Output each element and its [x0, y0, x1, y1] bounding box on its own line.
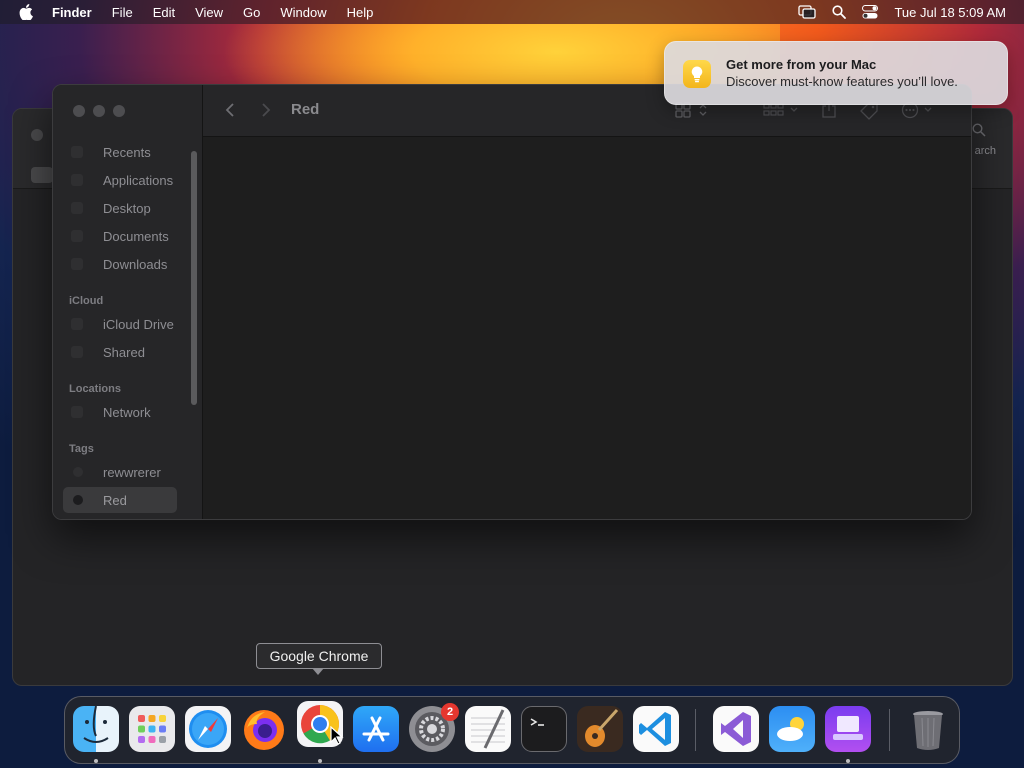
clock-icon [71, 146, 83, 158]
dock-safari-icon[interactable] [185, 706, 231, 752]
cloud-icon [71, 318, 83, 330]
sidebar-item-label: Recents [103, 144, 151, 160]
sidebar-item-label: Downloads [103, 256, 168, 272]
sidebar-item-label: Documents [103, 228, 169, 244]
minimize-button[interactable] [93, 105, 105, 117]
menu-go[interactable]: Go [233, 5, 270, 20]
forward-chevron-icon[interactable] [261, 102, 271, 123]
sidebar-item-icloud-drive[interactable]: iCloud Drive [63, 311, 177, 337]
menu-clock[interactable]: Tue Jul 18 5:09 AM [894, 5, 1006, 20]
sidebar-item-tag-rewwrerer[interactable]: rewwrerer [63, 459, 177, 485]
desktop-icon [71, 202, 83, 214]
sidebar-item-label: iCloud Drive [103, 316, 174, 332]
zoom-button[interactable] [113, 105, 125, 117]
sidebar-item-label: Desktop [103, 200, 151, 216]
sidebar-scrollbar[interactable] [191, 151, 197, 405]
menu-window[interactable]: Window [270, 5, 336, 20]
dock-textedit-icon[interactable] [465, 706, 511, 752]
back-chevron-icon[interactable] [225, 102, 235, 123]
screen-mirroring-icon[interactable] [798, 5, 817, 19]
notification-title: Get more from your Mac [726, 57, 877, 72]
menu-app-name[interactable]: Finder [52, 5, 102, 20]
notification-body: Discover must-know features you’ll love. [726, 74, 958, 89]
menu-file[interactable]: File [102, 5, 143, 20]
sidebar-item-documents[interactable]: Documents [63, 223, 177, 249]
sidebar-heading-locations: Locations [69, 383, 121, 395]
window-control-icon[interactable] [31, 129, 43, 141]
running-indicator [318, 759, 322, 763]
dock-tooltip: Google Chrome [256, 643, 382, 669]
sidebar-heading-icloud: iCloud [69, 295, 104, 307]
system-settings-badge: 2 [441, 703, 459, 721]
dock-separator [695, 709, 696, 751]
tab-chip[interactable] [31, 167, 53, 183]
dock-simulator-icon[interactable] [825, 706, 871, 752]
menu-bar: Finder File Edit View Go Window Help Tue… [0, 0, 1024, 24]
sidebar-item-label: Applications [103, 172, 174, 188]
sidebar-item-applications[interactable]: Applications [63, 167, 177, 193]
dock-vscode-icon[interactable] [633, 706, 679, 752]
sidebar-item-desktop[interactable]: Desktop [63, 195, 177, 221]
spotlight-search-icon[interactable] [832, 5, 847, 19]
search-label: arch [974, 145, 996, 157]
sidebar-item-shared[interactable]: Shared [63, 339, 177, 365]
notification-banner[interactable]: Get more from your Mac Discover must-kno… [664, 41, 1008, 105]
dock-garageband-icon[interactable] [577, 706, 623, 752]
document-icon [71, 230, 83, 242]
shared-folder-icon [71, 346, 83, 358]
menu-help[interactable]: Help [337, 5, 384, 20]
menu-view[interactable]: View [185, 5, 233, 20]
lightbulb-icon [683, 60, 711, 88]
file-list-area[interactable] [203, 137, 971, 519]
window-controls [73, 105, 125, 117]
dock-visual-studio-icon[interactable] [713, 706, 759, 752]
tag-dot-icon [73, 467, 83, 477]
apple-menu-icon[interactable] [0, 4, 52, 20]
tag-dot-icon [73, 495, 83, 505]
dock-separator [889, 709, 890, 751]
dock-terminal-icon[interactable] [521, 706, 567, 752]
dock-launchpad-icon[interactable] [129, 706, 175, 752]
dock [64, 696, 960, 764]
dock-weather-icon[interactable] [769, 706, 815, 752]
window-title: Red [291, 101, 320, 118]
close-button[interactable] [73, 105, 85, 117]
tooltip-tail [312, 668, 324, 675]
dock-app-store-icon[interactable] [353, 706, 399, 752]
sidebar-heading-tags: Tags [69, 443, 94, 455]
sidebar-item-network[interactable]: Network [63, 399, 177, 425]
finder-window: Recents Applications Desktop Documents D… [52, 84, 972, 520]
search-icon[interactable] [972, 123, 986, 142]
running-indicator [846, 759, 850, 763]
sidebar-item-label: rewwrerer [103, 464, 161, 480]
sidebar-item-tag-red[interactable]: Red [63, 487, 177, 513]
sidebar-item-label: Red [103, 492, 127, 508]
download-icon [71, 258, 83, 270]
sidebar-item-label: Shared [103, 344, 145, 360]
running-indicator [94, 759, 98, 763]
sidebar-item-label: Network [103, 404, 151, 420]
network-icon [71, 406, 83, 418]
applications-icon [71, 174, 83, 186]
dock-firefox-icon[interactable] [241, 706, 287, 752]
dock-trash-icon[interactable] [905, 706, 951, 752]
control-center-icon[interactable] [862, 5, 879, 19]
sidebar-item-downloads[interactable]: Downloads [63, 251, 177, 277]
dock-finder-icon[interactable] [73, 705, 119, 752]
sidebar-item-recents[interactable]: Recents [63, 139, 177, 165]
mouse-cursor-icon [330, 725, 344, 751]
menu-edit[interactable]: Edit [143, 5, 185, 20]
finder-sidebar: Recents Applications Desktop Documents D… [53, 85, 203, 519]
